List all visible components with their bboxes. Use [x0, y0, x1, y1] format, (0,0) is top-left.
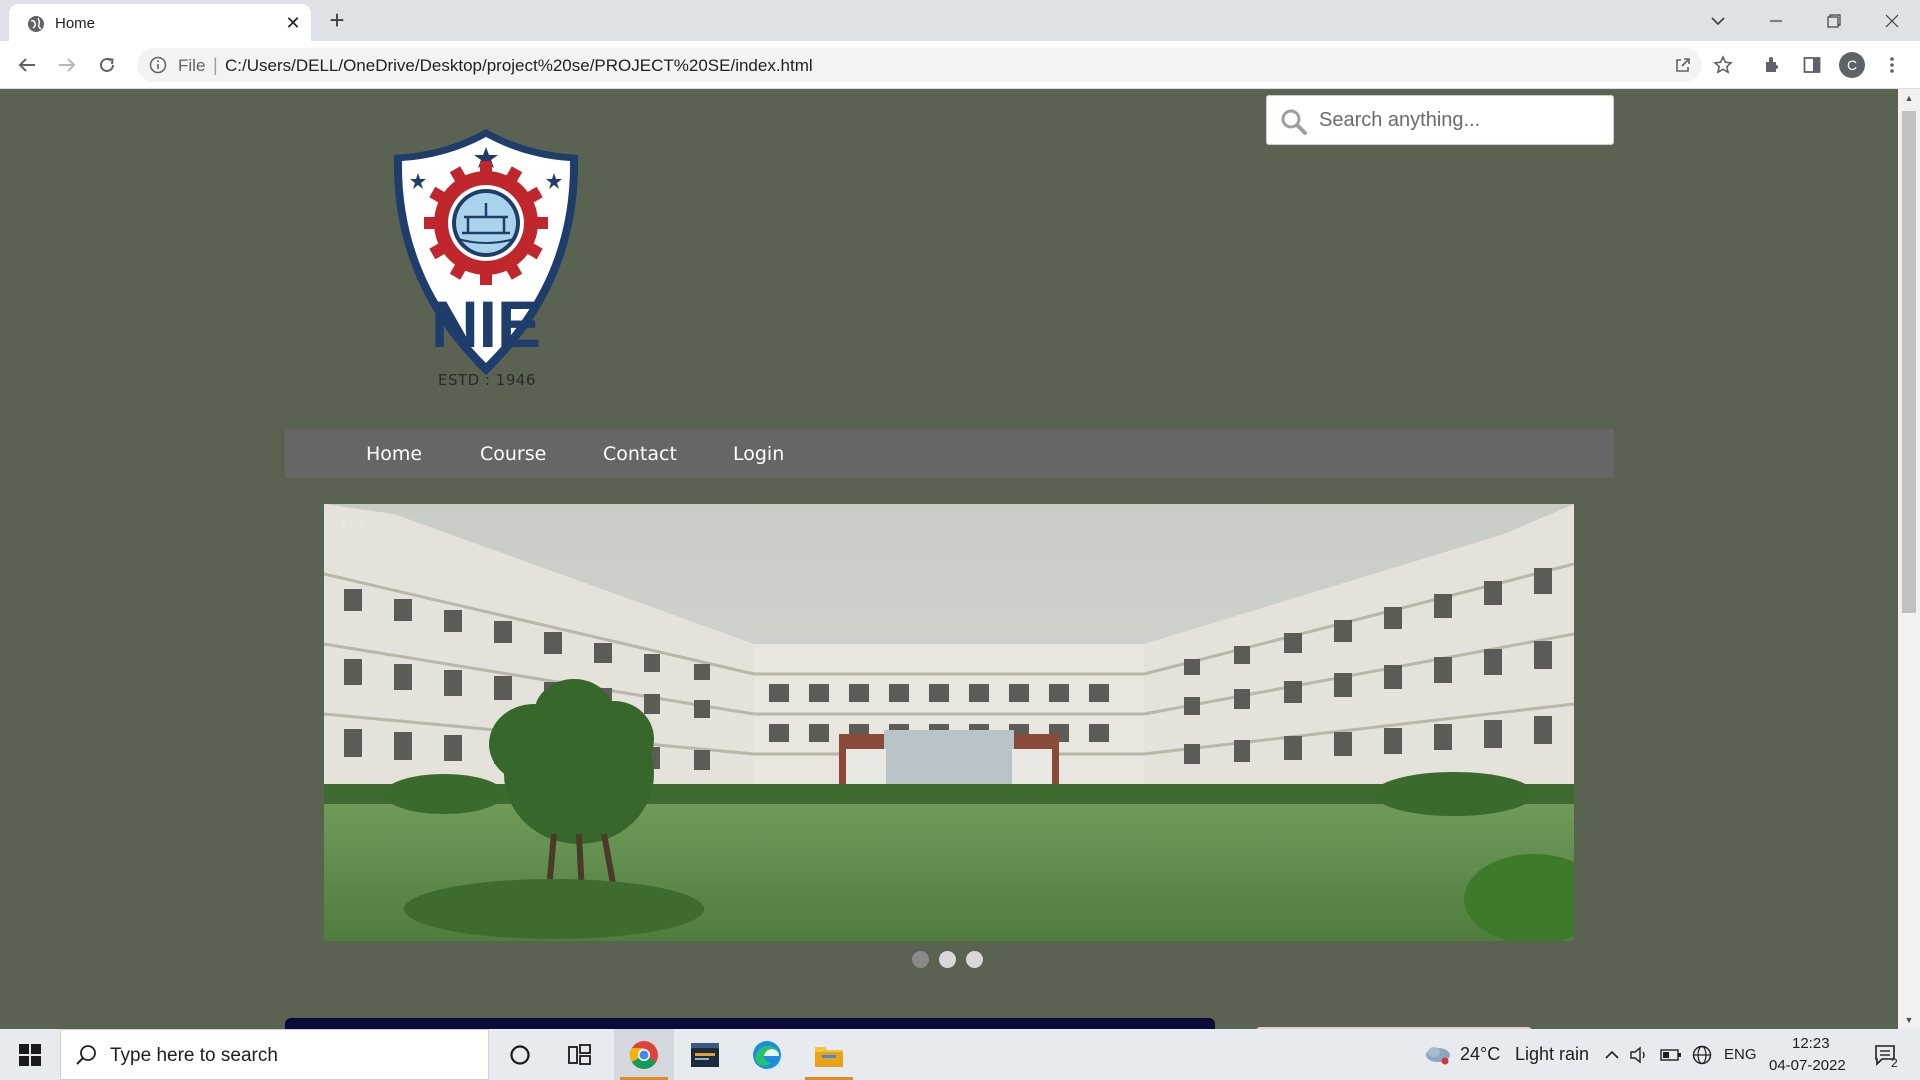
forward-icon[interactable]: [53, 51, 81, 79]
nav-link-course[interactable]: Course: [480, 443, 546, 465]
new-tab-button[interactable]: +: [322, 6, 352, 36]
search-box[interactable]: [1266, 95, 1614, 145]
file-explorer-icon[interactable]: [799, 1029, 859, 1080]
tab-close-icon[interactable]: ✕: [281, 11, 305, 35]
slider-dot-3[interactable]: [966, 951, 983, 968]
campus-building-image: [324, 504, 1574, 941]
slider-dot-2[interactable]: [939, 951, 956, 968]
restore-icon[interactable]: [1806, 0, 1862, 41]
page-scrollbar[interactable]: ▲ ▼: [1898, 89, 1920, 1029]
windows-taskbar: Type here to search 24°C Light rain ENG …: [0, 1029, 1920, 1080]
browser-toolbar: File | C:/Users/DELL/OneDrive/Desktop/pr…: [0, 41, 1920, 89]
chrome-icon[interactable]: [614, 1029, 674, 1080]
tab-title: Home: [55, 15, 96, 32]
weather-icon[interactable]: [1420, 1029, 1456, 1080]
address-separator: |: [213, 55, 218, 75]
address-scheme: File: [178, 56, 206, 75]
tab-home[interactable]: Home ✕: [9, 4, 311, 41]
logo-text: NIE: [431, 287, 541, 361]
scroll-thumb[interactable]: [1902, 111, 1916, 613]
profile-avatar[interactable]: C: [1838, 51, 1866, 79]
cortana-icon[interactable]: [490, 1029, 550, 1080]
image-slider[interactable]: 1 / 3: [324, 504, 1574, 941]
taskbar-search-box[interactable]: Type here to search: [60, 1029, 489, 1080]
nav-link-login[interactable]: Login: [733, 443, 784, 465]
profile-initial: C: [1839, 52, 1865, 78]
search-icon: [76, 1045, 96, 1065]
weather-temperature[interactable]: 24°C: [1460, 1044, 1500, 1065]
clock-time[interactable]: 12:23: [1792, 1035, 1830, 1052]
notification-count: 2: [1891, 1056, 1898, 1070]
tab-strip: Home ✕ +: [0, 0, 1920, 41]
tab-search-icon[interactable]: [1690, 0, 1746, 41]
taskbar-search-placeholder: Type here to search: [110, 1045, 278, 1066]
slider-dot-1[interactable]: [912, 951, 929, 968]
reload-icon[interactable]: [93, 51, 121, 79]
content-section-header: [285, 1018, 1215, 1029]
notifications-icon[interactable]: 2: [1864, 1029, 1908, 1080]
main-navbar: Home Course Contact Login: [285, 429, 1614, 478]
volume-icon[interactable]: [1626, 1029, 1652, 1080]
start-icon[interactable]: [0, 1029, 60, 1080]
language-indicator[interactable]: ENG: [1724, 1046, 1757, 1063]
nav-link-home[interactable]: Home: [366, 443, 422, 465]
task-view-icon[interactable]: [550, 1029, 610, 1080]
established-year: ESTD : 1946: [438, 371, 536, 389]
search-input[interactable]: [1319, 105, 1599, 135]
close-window-icon[interactable]: [1864, 0, 1920, 41]
weather-description[interactable]: Light rain: [1515, 1044, 1589, 1065]
address-url[interactable]: C:/Users/DELL/OneDrive/Desktop/project%2…: [225, 56, 813, 76]
menu-icon[interactable]: [1878, 51, 1906, 79]
slider-dots: [912, 951, 992, 969]
page-viewport: NIE ESTD : 1946 Home Course Contact Logi…: [0, 89, 1898, 1029]
slide-number: 1 / 3: [340, 516, 364, 530]
chevron-up-icon[interactable]: [1600, 1029, 1624, 1080]
clock-date[interactable]: 04-07-2022: [1769, 1057, 1846, 1074]
network-globe-icon[interactable]: [1688, 1029, 1716, 1080]
nav-link-contact[interactable]: Contact: [603, 443, 677, 465]
edge-icon[interactable]: [737, 1029, 797, 1080]
scroll-down-icon[interactable]: ▼: [1898, 1011, 1920, 1029]
college-logo: NIE: [393, 129, 579, 375]
minimize-icon[interactable]: [1748, 0, 1804, 41]
extensions-icon[interactable]: [1758, 51, 1786, 79]
address-bar[interactable]: File | C:/Users/DELL/OneDrive/Desktop/pr…: [137, 48, 1702, 82]
search-icon: [1281, 109, 1307, 135]
share-icon[interactable]: [1671, 53, 1695, 77]
bookmark-star-icon[interactable]: [1709, 51, 1737, 79]
globe-icon: [28, 16, 44, 32]
back-icon[interactable]: [13, 51, 41, 79]
scroll-up-icon[interactable]: ▲: [1898, 89, 1920, 107]
side-panel-icon[interactable]: [1798, 51, 1826, 79]
mysql-icon[interactable]: [675, 1029, 735, 1080]
info-icon[interactable]: [149, 56, 167, 74]
battery-icon[interactable]: [1656, 1029, 1686, 1080]
